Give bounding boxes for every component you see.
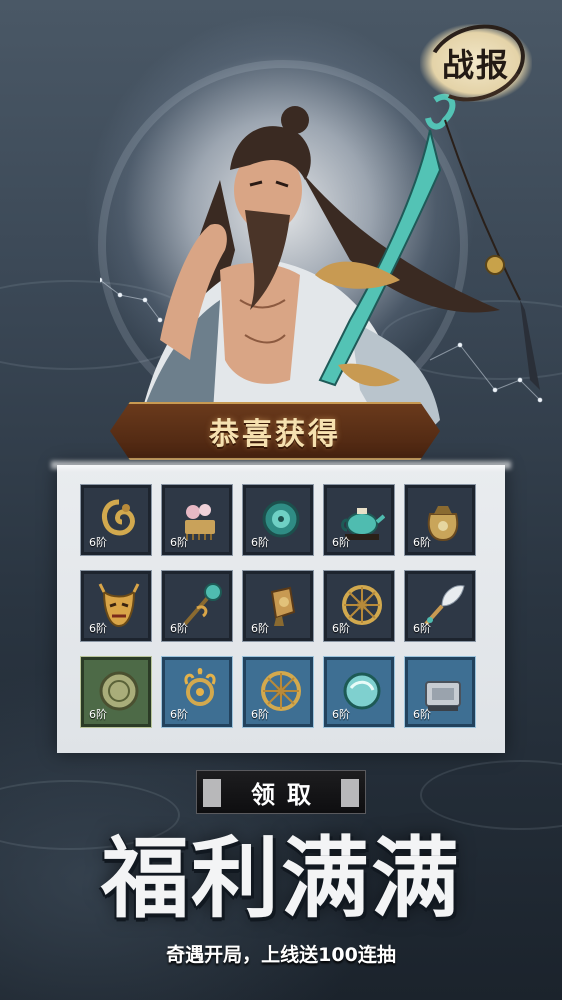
congratulations-banner: 恭喜获得 bbox=[110, 402, 440, 460]
claim-button-label: 领取 bbox=[251, 779, 323, 809]
reward-slot[interactable]: 6阶 bbox=[242, 656, 314, 728]
reward-tier-label: 6阶 bbox=[332, 536, 350, 549]
reward-tier-label: 6阶 bbox=[413, 708, 431, 721]
reward-slot[interactable]: 6阶 bbox=[161, 484, 233, 556]
claim-button[interactable]: 领取 bbox=[196, 770, 366, 814]
reward-slot[interactable]: 6阶 bbox=[323, 484, 395, 556]
reward-slot[interactable]: 6阶 bbox=[80, 656, 152, 728]
hero-swordsman-illustration bbox=[100, 93, 543, 460]
reward-slot[interactable]: 6阶 bbox=[80, 570, 152, 642]
slogan-subtitle: 奇遇开局，上线送100连抽 bbox=[166, 944, 396, 966]
reward-slot[interactable]: 6阶 bbox=[323, 570, 395, 642]
reward-tier-label: 6阶 bbox=[251, 536, 269, 549]
reward-tier-label: 6阶 bbox=[251, 622, 269, 635]
reward-slot[interactable]: 6阶 bbox=[404, 656, 476, 728]
battle-report-button[interactable]: 战报 bbox=[417, 12, 535, 114]
reward-slot[interactable]: 6阶 bbox=[161, 656, 233, 728]
reward-slot[interactable]: 6阶 bbox=[161, 570, 233, 642]
reward-slot[interactable]: 6阶 bbox=[242, 570, 314, 642]
battle-report-label: 战报 bbox=[441, 46, 510, 84]
reward-slot[interactable]: 6阶 bbox=[404, 570, 476, 642]
slogan-title: 福利满满 bbox=[100, 826, 461, 930]
reward-tier-label: 6阶 bbox=[89, 708, 107, 721]
reward-slot[interactable]: 6阶 bbox=[242, 484, 314, 556]
reward-panel: 6阶 6阶 6阶 6阶 6阶 6阶 6阶 6阶 6阶 6阶 6阶 6阶 6阶 6阶 6阶 bbox=[57, 465, 505, 753]
reward-tier-label: 6阶 bbox=[170, 708, 188, 721]
reward-tier-label: 6阶 bbox=[251, 708, 269, 721]
reward-tier-label: 6阶 bbox=[89, 536, 107, 549]
game-stage: 战报 恭喜获得 6阶 6阶 6阶 6阶 6阶 6阶 6阶 6阶 6阶 6阶 6阶 6阶 6阶 6阶 6阶 领… bbox=[0, 0, 562, 1000]
reward-tier-label: 6阶 bbox=[170, 622, 188, 635]
banner-title: 恭喜获得 bbox=[209, 417, 341, 452]
reward-tier-label: 6阶 bbox=[413, 622, 431, 635]
reward-slot[interactable]: 6阶 bbox=[323, 656, 395, 728]
reward-tier-label: 6阶 bbox=[170, 536, 188, 549]
reward-slot[interactable]: 6阶 bbox=[80, 484, 152, 556]
reward-tier-label: 6阶 bbox=[332, 622, 350, 635]
reward-grid: 6阶 6阶 6阶 6阶 6阶 6阶 6阶 6阶 6阶 6阶 6阶 6阶 6阶 6阶 6阶 bbox=[80, 484, 481, 735]
mist-swirl bbox=[420, 760, 562, 830]
reward-slot[interactable]: 6阶 bbox=[404, 484, 476, 556]
reward-tier-label: 6阶 bbox=[413, 536, 431, 549]
reward-tier-label: 6阶 bbox=[89, 622, 107, 635]
reward-tier-label: 6阶 bbox=[332, 708, 350, 721]
